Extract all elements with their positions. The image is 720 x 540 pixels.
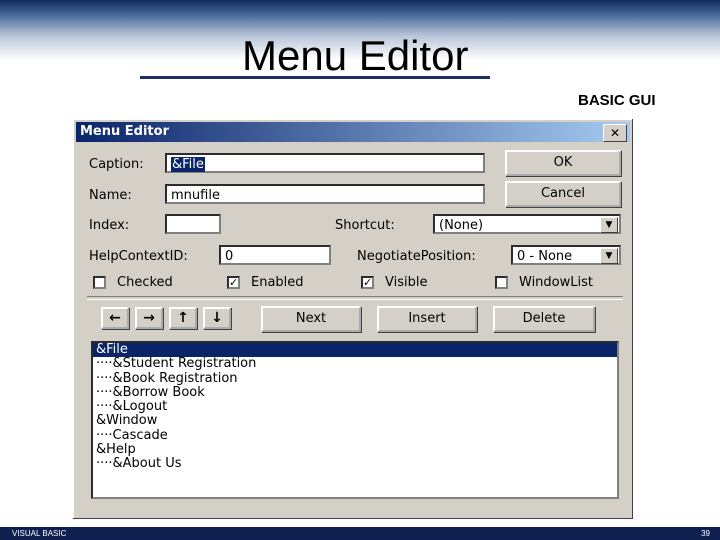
negotiateposition-combo[interactable]: 0 - None ▼ [511,245,621,265]
list-item[interactable]: &File [93,342,617,358]
dialog-title: Menu Editor [80,124,169,139]
helpcontextid-input[interactable]: 0 [219,245,331,265]
list-item[interactable]: &Help [93,442,617,457]
visible-checkbox[interactable]: ✓ [361,276,374,289]
arrow-up-button[interactable]: ↑ [169,307,197,329]
menu-editor-dialog: Menu Editor ✕ Caption: &File Name: mnufi… [72,118,634,520]
enabled-label: Enabled [251,275,304,290]
divider [87,296,623,300]
caption-input[interactable]: &File [165,153,485,173]
index-input[interactable] [165,214,221,234]
shortcut-value: (None) [439,218,484,233]
slide-title: Menu Editor [242,32,469,79]
dialog-titlebar: Menu Editor ✕ [76,122,630,142]
arrow-down-button[interactable]: ↓ [203,307,231,329]
footer-left-text: VISUAL BASIC [12,529,67,538]
shortcut-label: Shortcut: [335,218,395,233]
enabled-checkbox[interactable]: ✓ [227,276,240,289]
list-item[interactable]: ····&Book Registration [93,371,617,386]
close-button[interactable]: ✕ [603,124,627,142]
negotiateposition-label: NegotiatePosition: [357,249,476,264]
next-button[interactable]: Next [261,306,361,332]
name-input[interactable]: mnufile [165,184,485,204]
windowlist-checkbox[interactable] [495,276,508,289]
menu-items-list[interactable]: &File ····&Student Registration ····&Book … [91,341,619,499]
index-label: Index: [89,218,130,233]
list-item[interactable]: ····&About Us [93,457,617,471]
slide-footer: VISUAL BASIC 39 [0,527,720,540]
chevron-down-icon[interactable]: ▼ [600,217,618,233]
cancel-button[interactable]: Cancel [505,181,621,207]
title-underline [140,76,490,79]
caption-value: &File [171,157,205,172]
checked-checkbox[interactable] [93,276,106,289]
caption-label: Caption: [89,157,144,172]
checked-label: Checked [117,275,173,290]
arrow-left-button[interactable]: ← [101,307,129,329]
name-label: Name: [89,188,132,203]
windowlist-label: WindowList [519,275,593,290]
slide-subtitle: BASIC GUI [578,92,656,109]
chevron-down-icon[interactable]: ▼ [600,248,618,264]
negotiateposition-value: 0 - None [517,249,573,264]
visible-label: Visible [385,275,428,290]
arrow-right-button[interactable]: → [135,307,163,329]
list-item[interactable]: ····&Logout [93,400,617,414]
insert-button[interactable]: Insert [377,306,477,332]
delete-button[interactable]: Delete [493,306,595,332]
list-item[interactable]: ····Cascade [93,428,617,443]
shortcut-combo[interactable]: (None) ▼ [433,214,621,234]
list-item[interactable]: ····&Borrow Book [93,385,617,400]
list-item[interactable]: ····&Student Registration [93,357,617,371]
page-number: 39 [701,529,710,538]
helpcontextid-label: HelpContextID: [89,249,188,264]
ok-button[interactable]: OK [505,150,621,176]
list-item[interactable]: &Window [93,414,617,428]
